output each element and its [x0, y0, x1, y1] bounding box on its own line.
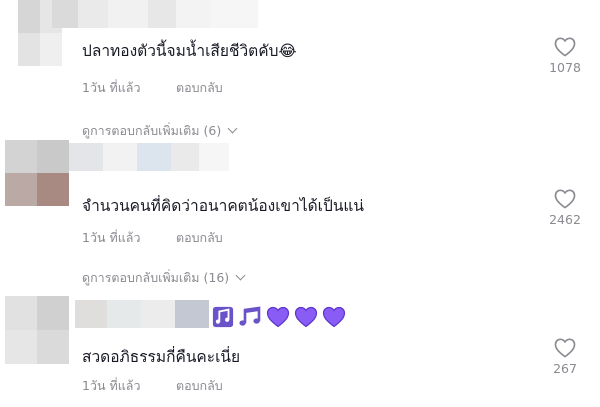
heart-outline-icon [554, 37, 576, 57]
comment-meta: 1วัน ที่แล้ว ตอบกลับ [82, 376, 223, 396]
music-note-icon [239, 306, 261, 326]
reply-button[interactable]: ตอบกลับ [176, 228, 223, 248]
comment-text: ปลาทองตัวนี้จมน้ำเสียชีวิตคับ😂 [82, 42, 297, 60]
comment-1: ปลาทองตัวนี้จมน้ำเสียชีวิตคับ😂 1วัน ที่แ… [0, 0, 600, 150]
purple-heart-icon [294, 306, 318, 328]
reply-button[interactable]: ตอบกลับ [176, 376, 223, 396]
view-more-replies-label: ดูการตอบกลับเพิ่มเติม (6) [82, 123, 222, 138]
avatar-blurred[interactable] [5, 296, 69, 364]
reply-button[interactable]: ตอบกลับ [176, 78, 223, 98]
avatar-blurred[interactable] [5, 140, 69, 206]
username-blurred[interactable] [52, 0, 258, 28]
heart-outline-icon [554, 338, 576, 358]
comment-2: จำนวนคนที่คิดว่าอนาคตน้องเขาได้เป็นแน่ 1… [0, 140, 600, 290]
like-count: 2462 [549, 212, 581, 227]
heart-outline-icon [554, 189, 576, 209]
like-button[interactable]: 1078 [540, 37, 590, 75]
comment-meta: 1วัน ที่แล้ว ตอบกลับ [82, 228, 223, 248]
like-button[interactable]: 267 [540, 338, 590, 376]
purple-heart-icon [322, 306, 346, 328]
view-more-replies-label: ดูการตอบกลับเพิ่มเติม (16) [82, 270, 230, 285]
chevron-down-icon [227, 123, 238, 134]
comment-meta: 1วัน ที่แล้ว ตอบกลับ [82, 78, 223, 98]
view-more-replies[interactable]: ดูการตอบกลับเพิ่มเติม (16) [82, 268, 246, 288]
username-emojis [212, 306, 346, 328]
comment-text: สวดอภิธรรมกี่คืนคะเนี่ย [82, 348, 241, 366]
username-blurred[interactable] [69, 143, 229, 171]
purple-heart-icon [266, 306, 290, 328]
comment-time: 1วัน ที่แล้ว [82, 378, 141, 393]
comment-time: 1วัน ที่แล้ว [82, 80, 141, 95]
music-notes-icon [212, 306, 234, 328]
username-blurred[interactable] [75, 300, 209, 328]
comment-text: จำนวนคนที่คิดว่าอนาคตน้องเขาได้เป็นแน่ [82, 197, 364, 215]
like-count: 267 [553, 361, 577, 376]
chevron-down-icon [235, 270, 246, 281]
comment-time: 1วัน ที่แล้ว [82, 230, 141, 245]
like-count: 1078 [549, 60, 581, 75]
view-more-replies[interactable]: ดูการตอบกลับเพิ่มเติม (6) [82, 121, 238, 141]
like-button[interactable]: 2462 [540, 189, 590, 227]
comment-3: สวดอภิธรรมกี่คืนคะเนี่ย 1วัน ที่แล้ว ตอบ… [0, 296, 600, 407]
